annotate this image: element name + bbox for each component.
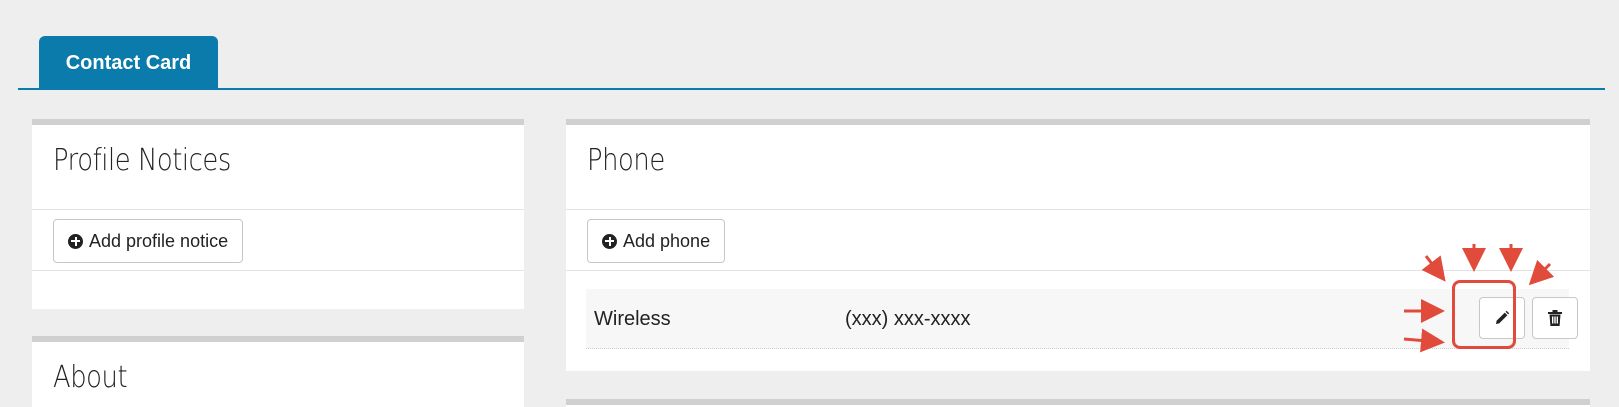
add-phone-button[interactable]: Add phone [587,219,726,263]
profile-notices-title: Profile Notices [53,143,231,178]
about-panel: About [32,336,524,407]
phone-number: (xxx) xxx-xxxx [845,308,971,330]
delete-phone-button[interactable] [1532,297,1578,339]
phone-title: Phone [587,143,665,178]
pencil-icon [1496,310,1510,324]
add-profile-notice-label: Add profile notice [89,230,229,251]
add-profile-notice-button[interactable]: Add profile notice [53,219,244,263]
profile-notices-panel: Profile Notices Add profile notice [32,119,524,309]
add-phone-label: Add phone [623,230,711,251]
divider [32,270,524,271]
about-title: About [53,360,128,395]
divider [566,209,1590,210]
edit-phone-button[interactable] [1479,297,1525,339]
trash-icon [1548,310,1562,326]
phone-panel: Phone Add phone Wireless (xxx) xxx-xxxx [566,119,1590,371]
divider [32,209,524,210]
tab-contact-card[interactable]: Contact Card [39,36,218,90]
divider [566,270,1590,271]
plus-circle-icon [68,233,83,249]
phone-type: Wireless [594,308,671,330]
phone-row: Wireless (xxx) xxx-xxxx [586,289,1578,349]
plus-circle-icon [602,233,617,249]
tab-bar: Contact Card [18,0,1605,90]
next-panel [566,399,1590,407]
